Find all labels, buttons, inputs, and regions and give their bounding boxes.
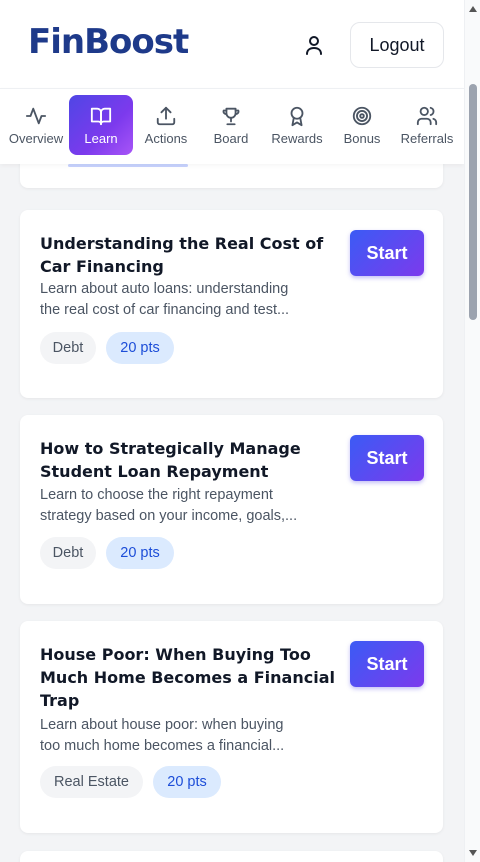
tab-rewards[interactable]: Rewards — [266, 95, 328, 155]
tab-label: Referrals — [400, 130, 454, 146]
tab-bonus[interactable]: Bonus — [336, 95, 388, 155]
category-badge: Debt — [40, 537, 96, 569]
trophy-icon — [222, 107, 240, 125]
next-module-card — [20, 851, 443, 862]
previous-card-progress-bar — [68, 164, 188, 167]
module-description: Learn about auto loans: understanding th… — [40, 281, 290, 318]
app-header: FinBoost Logout — [0, 0, 464, 88]
module-title: How to Strategically Manage Student Loan… — [40, 439, 301, 481]
scroll-up-arrow-icon[interactable] — [469, 6, 477, 12]
page-viewport: Understanding the Real Cost of Car Finan… — [0, 0, 464, 862]
book-icon — [90, 107, 112, 125]
module-card: How to Strategically Manage Student Loan… — [20, 415, 443, 604]
user-icon[interactable] — [302, 33, 326, 57]
vertical-scrollbar[interactable] — [464, 0, 480, 862]
category-badge: Real Estate — [40, 766, 143, 798]
tab-label: Rewards — [271, 130, 323, 146]
tab-actions[interactable]: Actions — [136, 95, 196, 155]
finboost-logo[interactable]: FinBoost — [28, 22, 189, 62]
module-title: House Poor: When Buying Too Much Home Be… — [40, 645, 335, 710]
scrollbar-thumb[interactable] — [469, 84, 477, 320]
upload-icon — [156, 106, 176, 125]
target-icon — [352, 106, 372, 125]
tab-referrals[interactable]: Referrals — [394, 95, 460, 155]
tab-navigation: Overview Learn Actions Board Rewards Bon… — [0, 88, 464, 164]
points-badge: 20 pts — [106, 332, 174, 364]
points-badge: 20 pts — [106, 537, 174, 569]
module-description: Learn to choose the right repayment stra… — [40, 487, 298, 524]
tab-learn[interactable]: Learn — [69, 95, 133, 155]
tab-overview[interactable]: Overview — [4, 95, 68, 155]
tab-label: Bonus — [343, 130, 381, 146]
module-card: Understanding the Real Cost of Car Finan… — [20, 210, 443, 398]
tab-label: Learn — [84, 130, 118, 146]
tab-label: Board — [213, 130, 249, 146]
users-icon — [416, 106, 438, 125]
logout-button[interactable]: Logout — [350, 22, 444, 68]
scroll-down-arrow-icon[interactable] — [469, 850, 477, 856]
start-button[interactable]: Start — [350, 230, 424, 276]
start-button[interactable]: Start — [350, 641, 424, 687]
tab-label: Actions — [144, 130, 188, 146]
category-badge: Debt — [40, 332, 96, 364]
module-description: Learn about house poor: when buying too … — [40, 717, 285, 754]
activity-icon — [25, 107, 47, 124]
module-card: House Poor: When Buying Too Much Home Be… — [20, 621, 443, 833]
start-button[interactable]: Start — [350, 435, 424, 481]
tab-label: Overview — [8, 130, 64, 146]
award-icon — [290, 106, 304, 126]
module-title: Understanding the Real Cost of Car Finan… — [40, 234, 324, 276]
points-badge: 20 pts — [153, 766, 221, 798]
tab-board[interactable]: Board — [204, 95, 258, 155]
